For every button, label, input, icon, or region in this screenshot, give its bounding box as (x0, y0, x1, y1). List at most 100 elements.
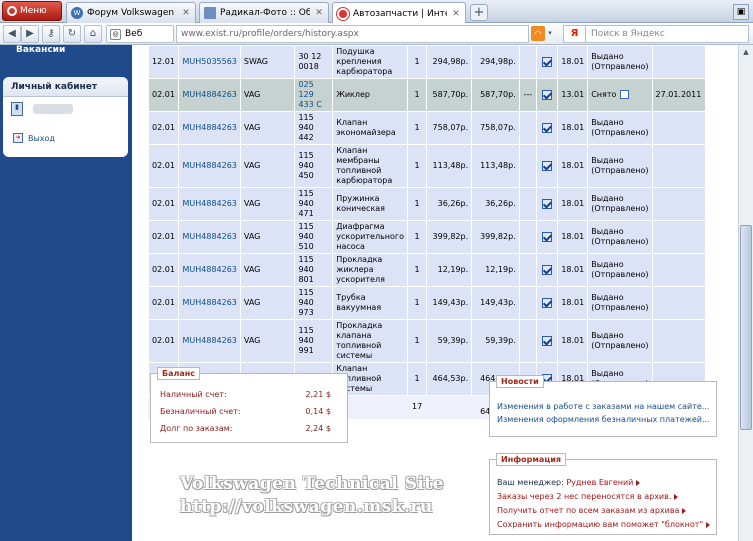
checkbox[interactable] (536, 319, 559, 363)
trash-icon[interactable]: ▣ (733, 4, 749, 20)
part-name: Клапан экономайзера (332, 111, 408, 145)
tab-forum[interactable]: W Форум Volkswagen Te... ✕ (66, 2, 196, 23)
checkbox-checked-icon[interactable] (542, 231, 553, 242)
order-code-text: MUH4884263 (182, 298, 237, 307)
total-qty: 17 (406, 395, 428, 419)
checkbox-checked-icon[interactable] (542, 297, 553, 308)
term-text: 13.01 (561, 90, 585, 99)
checkbox[interactable] (536, 78, 559, 112)
tab-radikal[interactable]: Радикал-Фото :: Обра... ✕ (199, 2, 329, 23)
table-row[interactable]: 02.01 MUH4884263 VAG 115 940 973 Трубка ваку… (147, 286, 707, 320)
checkbox[interactable] (536, 45, 559, 79)
table-row[interactable]: 02.01 MUH4884263 VAG 115 940 510 Диафрагма у… (147, 220, 707, 254)
checkbox-checked-icon[interactable] (542, 56, 553, 67)
order-code[interactable]: MUH4884263 (178, 319, 241, 363)
status-text: Выдано (Отправлено) (591, 52, 649, 71)
article: 115 940 471 (294, 187, 334, 221)
checkbox[interactable] (536, 187, 559, 221)
part-name: Прокладка клапана топливной системы (332, 319, 408, 363)
scroll-up-icon[interactable]: ▲ (740, 46, 752, 58)
sidebar-item-vacancies[interactable]: Вакансии (16, 45, 65, 55)
back-button[interactable]: ◀ (3, 25, 21, 43)
notebook-link[interactable]: Сохранить информацию вам поможет "блокно… (497, 520, 711, 529)
blurred-username (33, 104, 73, 114)
table-row[interactable]: 02.01 MUH4884263 VAG 115 940 991 Прокладка к… (147, 319, 707, 363)
table-row[interactable]: 02.01 MUH4884263 VAG 025 129 433 C Жиклер 1 58… (147, 78, 707, 112)
forward-button[interactable]: ▶ (21, 25, 39, 43)
browser-menu-button[interactable]: Меню (2, 1, 62, 21)
table-row[interactable]: 02.01 MUH4884263 VAG 115 940 450 Клапан мемб… (147, 144, 707, 188)
rss-icon[interactable]: ◠ (531, 26, 545, 41)
order-code-text: MUH4884263 (182, 265, 237, 274)
order-code[interactable]: MUH4884263 (178, 187, 241, 221)
checkbox-checked-icon[interactable] (542, 198, 553, 209)
part-name-text: Прокладка клапана топливной системы (336, 321, 383, 360)
part-name-text: Пружинка коническая (336, 194, 385, 213)
status-text: Выдано (Отправлено) (591, 156, 649, 175)
order-code[interactable]: MUH5035563 (178, 45, 241, 79)
checkbox[interactable] (536, 286, 559, 320)
key-icon[interactable]: ⚷ (42, 25, 60, 43)
page-scrollbar[interactable]: ▲ (738, 45, 753, 541)
user-row[interactable]: ▮ (11, 102, 73, 116)
news-link[interactable]: Изменения оформления безналичных платеже… (497, 415, 710, 424)
term-text: 18.01 (561, 57, 585, 66)
brand: VAG (239, 78, 296, 112)
close-icon[interactable]: ✕ (314, 8, 324, 18)
quantity: 1 (406, 111, 428, 145)
checkbox[interactable] (536, 253, 559, 287)
dashes-text: --- (523, 90, 533, 99)
archive-report-link[interactable]: Получить отчет по всем заказам из архива (497, 506, 687, 515)
new-tab-button[interactable]: + (470, 4, 488, 21)
archive-info-link[interactable]: Заказы через 2 нес переносятся в архив. (497, 492, 679, 501)
checkbox-checked-icon[interactable] (542, 160, 553, 171)
manager-row: Ваш менеджер: Руднев Евгений (497, 478, 641, 487)
edit-note-icon[interactable] (620, 90, 630, 99)
part-name: Пружинка коническая (332, 187, 408, 221)
table-row[interactable]: 02.01 MUH4884263 VAG 115 940 471 Пружинка ко… (147, 187, 707, 221)
close-icon[interactable]: ✕ (451, 9, 461, 19)
brand-text: VAG (243, 232, 261, 241)
table-row[interactable]: 02.01 MUH4884263 VAG 115 940 801 Прокладка ж… (147, 253, 707, 287)
order-code-text: MUH4884263 (182, 90, 237, 99)
address-bar[interactable]: www.exist.ru/profile/orders/history.aspx (176, 25, 529, 43)
order-code[interactable]: MUH4884263 (178, 253, 241, 287)
exit-link[interactable]: ➜ Выход (13, 133, 55, 143)
table-row[interactable]: 02.01 MUH4884263 VAG 115 940 442 Клапан экон… (147, 111, 707, 145)
tab-exist[interactable]: Автозапчасти | Интер... ✕ (332, 2, 466, 24)
sum: 113,48р. (471, 144, 520, 188)
home-button[interactable]: ⌂ (84, 25, 102, 43)
order-code[interactable]: MUH4884263 (178, 144, 241, 188)
scrollbar-thumb[interactable] (740, 225, 752, 430)
brand: VAG (239, 144, 296, 188)
search-input[interactable]: Поиск в Яндекс (585, 25, 749, 43)
checkbox-checked-icon[interactable] (542, 335, 553, 346)
checkbox-checked-icon[interactable] (542, 264, 553, 275)
news-link[interactable]: Изменения в работе с заказами на нашем с… (497, 402, 709, 411)
checkbox-checked-icon[interactable] (542, 89, 553, 100)
term: 18.01 (557, 253, 589, 287)
article: 115 940 801 (294, 253, 334, 287)
brand-text: VAG (243, 123, 261, 132)
quantity: 1 (406, 253, 428, 287)
table-row[interactable]: 12.01 MUH5035563 SWAG 30 12 0018 Подушка кре… (147, 45, 707, 79)
checkbox[interactable] (536, 111, 559, 145)
checkbox[interactable] (536, 144, 559, 188)
yandex-search-engine-button[interactable]: Я (563, 25, 585, 43)
close-icon[interactable]: ✕ (181, 8, 191, 18)
checkbox-checked-icon[interactable] (542, 122, 553, 133)
sum: 587,70р. (471, 78, 520, 112)
order-code[interactable]: MUH4884263 (178, 111, 241, 145)
checkbox[interactable] (536, 220, 559, 254)
order-code[interactable]: MUH4884263 (178, 286, 241, 320)
reload-button[interactable]: ↻ (63, 25, 81, 43)
brand: VAG (239, 187, 296, 221)
web-identity-button[interactable]: ◎ Веб (106, 25, 174, 43)
manager-link[interactable]: Руднев Евгений (566, 478, 641, 487)
order-code-text: MUH4884263 (182, 161, 237, 170)
news-box: Новости Изменения в работе с заказами на… (489, 375, 717, 437)
order-code[interactable]: MUH4884263 (178, 78, 241, 112)
quantity-text: 1 (414, 265, 420, 274)
chevron-down-icon[interactable]: ▾ (545, 26, 555, 41)
order-code[interactable]: MUH4884263 (178, 220, 241, 254)
